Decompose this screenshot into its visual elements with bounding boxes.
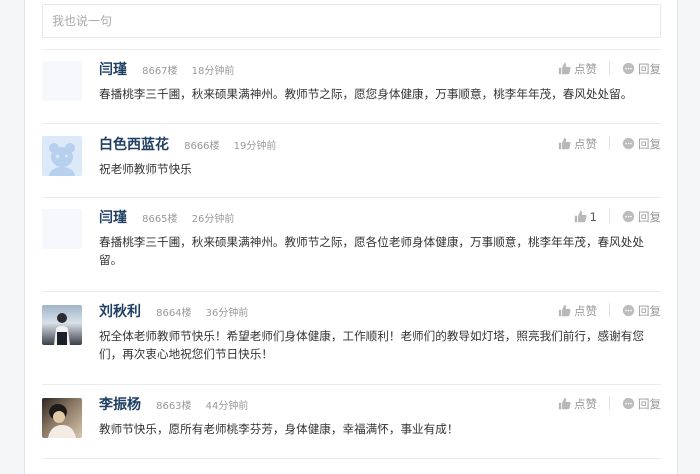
timestamp: 36分钟前 bbox=[205, 308, 249, 319]
timestamp: 26分钟前 bbox=[191, 214, 235, 225]
like-label: 点赞 bbox=[574, 397, 597, 411]
comment-text: 春播桃李三千圃，秋来硕果满神州。教师节之际，愿各位老师身体健康，万事顺意，桃李年… bbox=[99, 235, 644, 267]
reply-label: 回复 bbox=[638, 210, 661, 224]
comment-section: 我也说一句 闫瑾 8667楼 18分钟前 春播桃李三千圃，秋来硕果满神州。教师节… bbox=[24, 0, 678, 474]
comment-text: 春播桃李三千圃，秋来硕果满神州。教师节之际，愿您身体健康，万事顺意，桃李年年茂，… bbox=[99, 87, 633, 101]
username[interactable]: 白色西蓝花 bbox=[99, 135, 169, 155]
comment-item: 闫瑾 8665楼 26分钟前 春播桃李三千圃，秋来硕果满神州。教师节之际，愿各位… bbox=[42, 197, 661, 292]
comment-item: 李振杨 8663楼 44分钟前 教师节快乐，愿所有老师桃李芬芳，身体健康，幸福满… bbox=[42, 384, 661, 459]
like-label: 点赞 bbox=[574, 62, 597, 76]
reply-button[interactable]: 回复 bbox=[622, 301, 661, 321]
thumbs-up-icon bbox=[558, 62, 571, 75]
like-label: 点赞 bbox=[574, 304, 597, 318]
like-button[interactable]: 1 bbox=[574, 207, 597, 227]
avatar[interactable] bbox=[42, 398, 82, 438]
avatar[interactable] bbox=[42, 209, 82, 249]
divider bbox=[609, 396, 610, 410]
timestamp: 19分钟前 bbox=[233, 141, 277, 152]
reply-label: 回复 bbox=[638, 137, 661, 151]
like-button[interactable]: 点赞 bbox=[558, 394, 597, 414]
thumbs-up-icon bbox=[574, 210, 587, 223]
comment-icon bbox=[622, 397, 635, 410]
like-button[interactable]: 点赞 bbox=[558, 59, 597, 79]
like-button[interactable]: 点赞 bbox=[558, 301, 597, 321]
floor-number: 8666楼 bbox=[184, 141, 220, 152]
thumbs-up-icon bbox=[558, 137, 571, 150]
person-photo-icon bbox=[48, 404, 76, 438]
reply-button[interactable]: 回复 bbox=[622, 134, 661, 154]
comment-icon bbox=[622, 210, 635, 223]
floor-number: 8664楼 bbox=[156, 308, 192, 319]
comment-item: 刘秋利 8664楼 36分钟前 祝全体老师教师节快乐！希望老师们身体健康，工作顺… bbox=[42, 291, 661, 385]
username[interactable]: 刘秋利 bbox=[99, 302, 141, 322]
person-photo-icon bbox=[54, 313, 70, 345]
reply-label: 回复 bbox=[638, 62, 661, 76]
avatar[interactable] bbox=[42, 61, 82, 101]
thumbs-up-icon bbox=[558, 397, 571, 410]
thumbs-up-icon bbox=[558, 304, 571, 317]
timestamp: 18分钟前 bbox=[191, 66, 235, 77]
reply-label: 回复 bbox=[638, 304, 661, 318]
reply-input[interactable]: 我也说一句 bbox=[42, 4, 661, 38]
comment-icon bbox=[622, 137, 635, 150]
reply-label: 回复 bbox=[638, 397, 661, 411]
like-label: 点赞 bbox=[574, 137, 597, 151]
floor-number: 8663楼 bbox=[156, 401, 192, 412]
floor-number: 8667楼 bbox=[142, 66, 178, 77]
username[interactable]: 闫瑾 bbox=[99, 208, 127, 228]
username[interactable]: 闫瑾 bbox=[99, 60, 127, 80]
comment-item: 白色西蓝花 8666楼 19分钟前 祝老师教师节快乐 点赞 回复 bbox=[42, 123, 661, 198]
avatar[interactable] bbox=[42, 136, 82, 176]
divider bbox=[609, 303, 610, 317]
timestamp: 44分钟前 bbox=[205, 401, 249, 412]
comment-text: 祝全体老师教师节快乐！希望老师们身体健康，工作顺利！老师们的教导如灯塔，照亮我们… bbox=[99, 329, 644, 361]
like-count: 1 bbox=[589, 210, 597, 224]
like-button[interactable]: 点赞 bbox=[558, 134, 597, 154]
reply-button[interactable]: 回复 bbox=[622, 394, 661, 414]
reply-button[interactable]: 回复 bbox=[622, 59, 661, 79]
reply-button[interactable]: 回复 bbox=[622, 207, 661, 227]
comment-icon bbox=[622, 304, 635, 317]
comment-item: 闫瑾 8667楼 18分钟前 春播桃李三千圃，秋来硕果满神州。教师节之际，愿您身… bbox=[42, 49, 661, 124]
divider bbox=[609, 136, 610, 150]
bear-avatar-icon bbox=[49, 143, 75, 176]
comment-text: 祝老师教师节快乐 bbox=[99, 162, 192, 176]
avatar[interactable] bbox=[42, 305, 82, 345]
divider bbox=[609, 209, 610, 223]
comment-icon bbox=[622, 62, 635, 75]
divider bbox=[42, 458, 661, 460]
floor-number: 8665楼 bbox=[142, 214, 178, 225]
divider bbox=[609, 61, 610, 75]
username[interactable]: 李振杨 bbox=[99, 395, 141, 415]
comment-text: 教师节快乐，愿所有老师桃李芬芳，身体健康，幸福满怀，事业有成！ bbox=[99, 422, 459, 436]
